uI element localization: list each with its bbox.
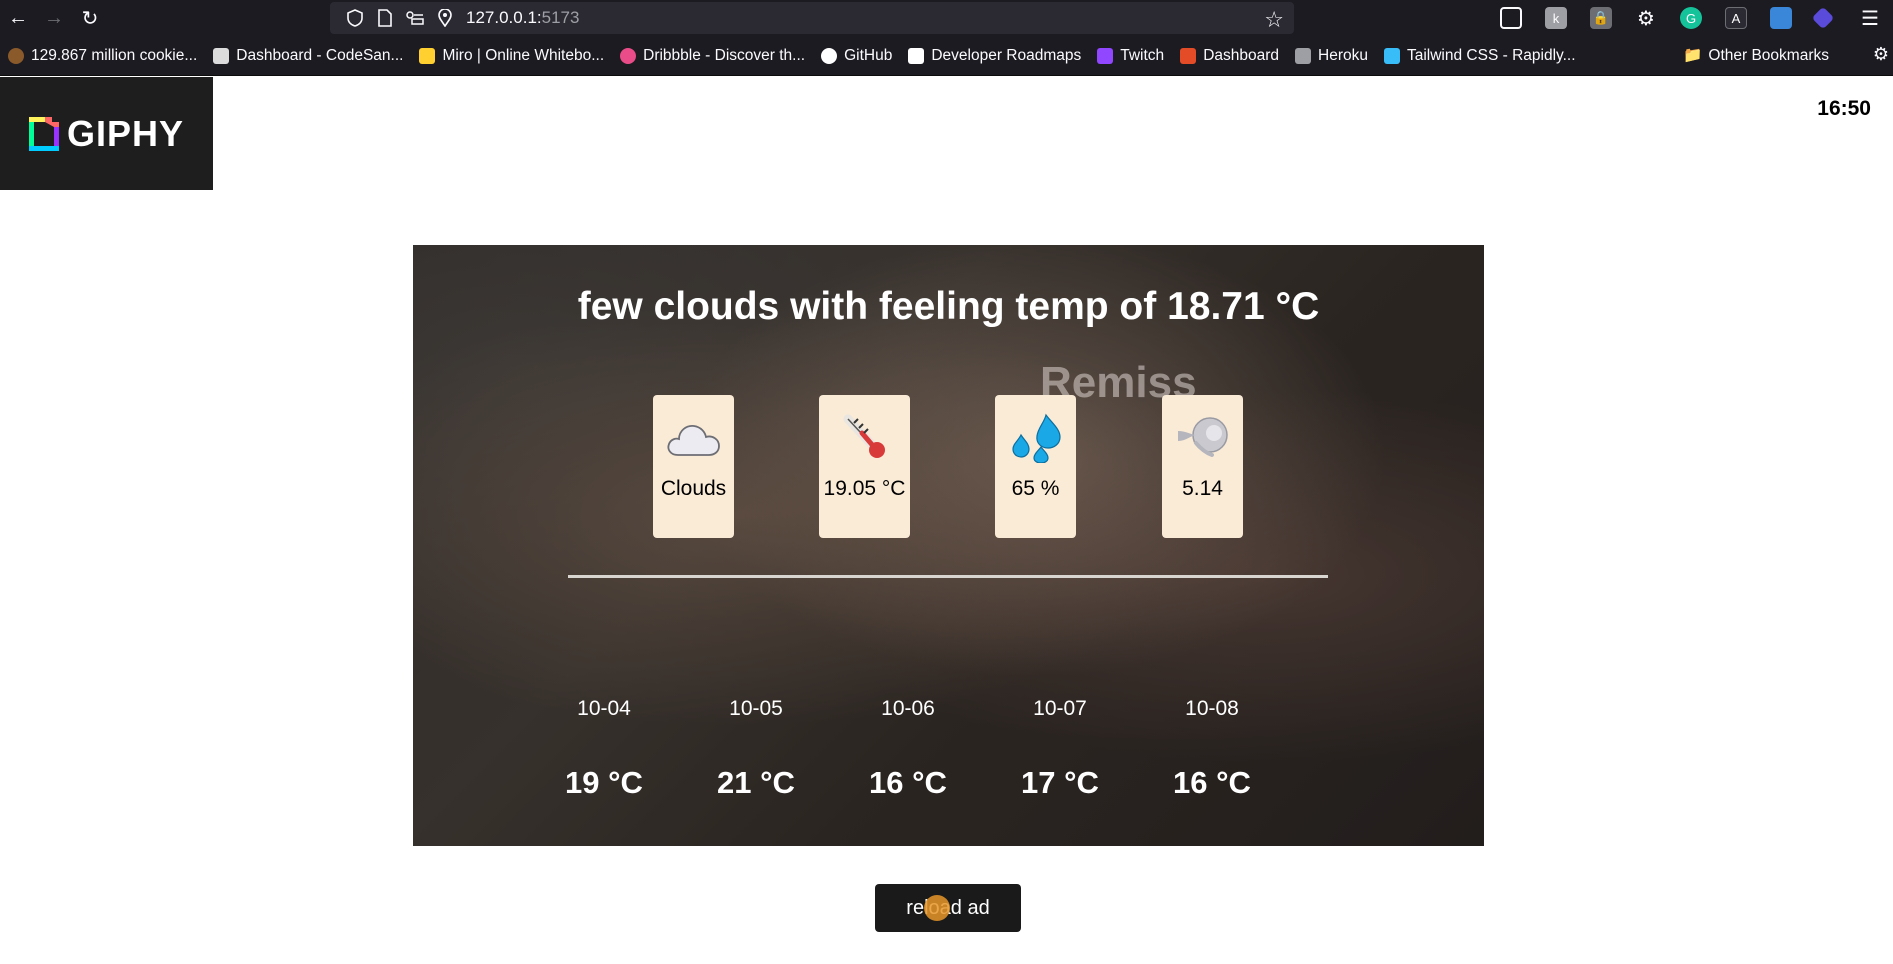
forecast-date: 10-04 bbox=[577, 697, 631, 720]
hamburger-menu-icon[interactable]: ☰ bbox=[1861, 6, 1879, 31]
bookmark-item[interactable]: Twitch bbox=[1097, 47, 1164, 65]
cookie-icon bbox=[8, 47, 24, 64]
stat-card-humidity: 65 % bbox=[995, 395, 1076, 538]
clock: 16:50 bbox=[1817, 97, 1871, 120]
bookmark-label: Dribbble - Discover th... bbox=[643, 46, 806, 64]
bookmark-item[interactable]: Tailwind CSS - Rapidly... bbox=[1383, 46, 1576, 65]
miro-icon bbox=[419, 47, 436, 64]
dribbble-icon bbox=[620, 47, 637, 64]
giphy-logo-text: GIPHY bbox=[66, 112, 185, 154]
droplets-icon bbox=[1010, 413, 1062, 463]
forecast-temp: 16 °C bbox=[1173, 765, 1251, 800]
bookmark-label: Twitch bbox=[1120, 46, 1165, 64]
other-bookmarks-label: Other Bookmarks bbox=[1708, 46, 1829, 64]
url-text[interactable]: 127.0.0.1:5173 bbox=[466, 8, 579, 28]
other-bookmarks[interactable]: 📁 Other Bookmarks bbox=[1683, 46, 1829, 65]
roadmap-icon bbox=[908, 47, 925, 64]
thermometer-icon bbox=[840, 413, 890, 463]
folder-icon: 📁 bbox=[1683, 47, 1703, 64]
stat-card-temperature: 19.05 °C bbox=[819, 395, 910, 538]
address-bar[interactable]: 127.0.0.1:5173 ☆ bbox=[330, 2, 1294, 34]
extensions-area: k 🔒 ⚙ G A bbox=[1500, 0, 1854, 36]
lock-extension-icon[interactable]: 🔒 bbox=[1590, 7, 1612, 29]
bookmark-label: Tailwind CSS - Rapidly... bbox=[1406, 46, 1576, 64]
bookmark-label: Miro | Online Whitebo... bbox=[442, 46, 605, 64]
bookmark-label: Developer Roadmaps bbox=[931, 46, 1082, 64]
extension-k-icon[interactable]: k bbox=[1545, 7, 1567, 29]
tailwind-icon bbox=[1383, 47, 1400, 64]
dashboard-icon bbox=[1180, 47, 1197, 64]
location-icon[interactable] bbox=[430, 9, 460, 27]
forecast-temp: 21 °C bbox=[717, 765, 795, 800]
github-icon bbox=[821, 47, 838, 64]
bookmark-item[interactable]: Dashboard - CodeSan... bbox=[213, 47, 403, 65]
extension-diamond-icon[interactable] bbox=[1811, 6, 1835, 30]
forecast-date: 10-06 bbox=[881, 697, 935, 720]
extension-blue-icon[interactable] bbox=[1770, 7, 1792, 29]
bookmark-item[interactable]: Miro | Online Whitebo... bbox=[419, 47, 604, 65]
weather-headline: few clouds with feeling temp of 18.71 °C bbox=[577, 285, 1320, 328]
heroku-icon bbox=[1295, 47, 1312, 64]
stat-card-condition: Clouds bbox=[653, 395, 734, 538]
bookmark-item[interactable]: Heroku bbox=[1295, 47, 1368, 65]
bookmark-label: Dashboard - CodeSan... bbox=[236, 46, 404, 64]
reload-icon[interactable]: ↻ bbox=[72, 0, 108, 36]
bookmark-label: 129.867 million cookie... bbox=[31, 46, 198, 64]
bookmark-label: Heroku bbox=[1318, 46, 1368, 64]
stat-value: Clouds bbox=[660, 477, 727, 500]
cursor-indicator bbox=[924, 895, 950, 921]
bookmark-item[interactable]: GitHub bbox=[821, 47, 892, 65]
forecast-temp: 16 °C bbox=[869, 765, 947, 800]
bookmark-item[interactable]: Dashboard bbox=[1180, 47, 1279, 65]
grammarly-icon[interactable]: G bbox=[1680, 7, 1702, 29]
stat-value: 19.05 °C bbox=[823, 477, 906, 500]
bookmarks-bar: 129.867 million cookie... Dashboard - Cod… bbox=[0, 36, 1893, 76]
pocket-icon[interactable] bbox=[1500, 7, 1522, 29]
forecast-date: 10-08 bbox=[1185, 697, 1239, 720]
weather-card: Remiss few clouds with feeling temp of 1… bbox=[413, 245, 1484, 846]
forecast-date: 10-05 bbox=[729, 697, 783, 720]
forecast-date: 10-07 bbox=[1033, 697, 1087, 720]
browser-toolbar: ← → ↻ 127.0.0.1:5173 ☆ k 🔒 ⚙ G A ☰ bbox=[0, 0, 1893, 36]
stat-card-wind: 5.14 bbox=[1162, 395, 1243, 538]
gear-icon[interactable]: ⚙ bbox=[1635, 7, 1657, 30]
bookmark-item[interactable]: Dribbble - Discover th... bbox=[620, 47, 805, 65]
bookmark-star-icon[interactable]: ☆ bbox=[1264, 7, 1284, 33]
page-icon[interactable] bbox=[370, 9, 400, 27]
wind-icon bbox=[1176, 413, 1230, 463]
forecast-temp: 17 °C bbox=[1021, 765, 1099, 800]
twitch-icon bbox=[1097, 47, 1114, 64]
divider bbox=[568, 575, 1328, 578]
codesandbox-icon bbox=[213, 47, 230, 64]
bookmark-item[interactable]: Developer Roadmaps bbox=[908, 47, 1081, 65]
back-icon[interactable]: ← bbox=[0, 0, 36, 36]
bookmark-item[interactable]: 129.867 million cookie... bbox=[8, 47, 197, 65]
shield-icon[interactable] bbox=[340, 9, 370, 27]
stat-value: 5.14 bbox=[1182, 477, 1223, 500]
stat-value: 65 % bbox=[1011, 477, 1060, 500]
giphy-logo[interactable]: GIPHY bbox=[0, 77, 213, 190]
extension-a-icon[interactable]: A bbox=[1725, 7, 1747, 29]
bookmark-label: GitHub bbox=[844, 46, 893, 64]
bookmark-overflow-icon[interactable]: ⚙ bbox=[1873, 44, 1889, 65]
cloud-icon bbox=[666, 413, 722, 463]
forecast-temp: 19 °C bbox=[565, 765, 643, 800]
giphy-logo-mark-icon bbox=[28, 116, 59, 151]
bookmark-label: Dashboard bbox=[1203, 46, 1280, 64]
permissions-icon[interactable] bbox=[400, 11, 430, 25]
forward-icon[interactable]: → bbox=[36, 0, 72, 36]
